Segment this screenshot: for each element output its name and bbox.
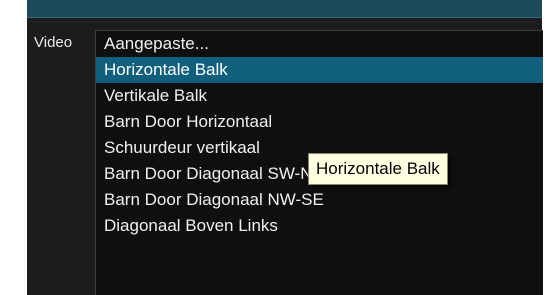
list-item-barn-door-horizontaal[interactable]: Barn Door Horizontaal [96, 109, 543, 135]
list-item-horizontale-balk[interactable]: Horizontale Balk [96, 57, 543, 83]
hover-tooltip: Horizontale Balk [308, 153, 448, 185]
list-item-barn-door-diagonaal-nw-se[interactable]: Barn Door Diagonaal NW-SE [96, 187, 543, 213]
left-frame [0, 18, 27, 295]
top-band [27, 0, 542, 18]
video-section-label: Video [34, 34, 73, 51]
transition-picker-window: Video Aangepaste... Horizontale Balk Ver… [0, 0, 548, 295]
list-item-aangepaste[interactable]: Aangepaste... [96, 31, 543, 57]
list-item-diagonaal-boven-links[interactable]: Diagonaal Boven Links [96, 213, 543, 239]
list-item-vertikale-balk[interactable]: Vertikale Balk [96, 83, 543, 109]
